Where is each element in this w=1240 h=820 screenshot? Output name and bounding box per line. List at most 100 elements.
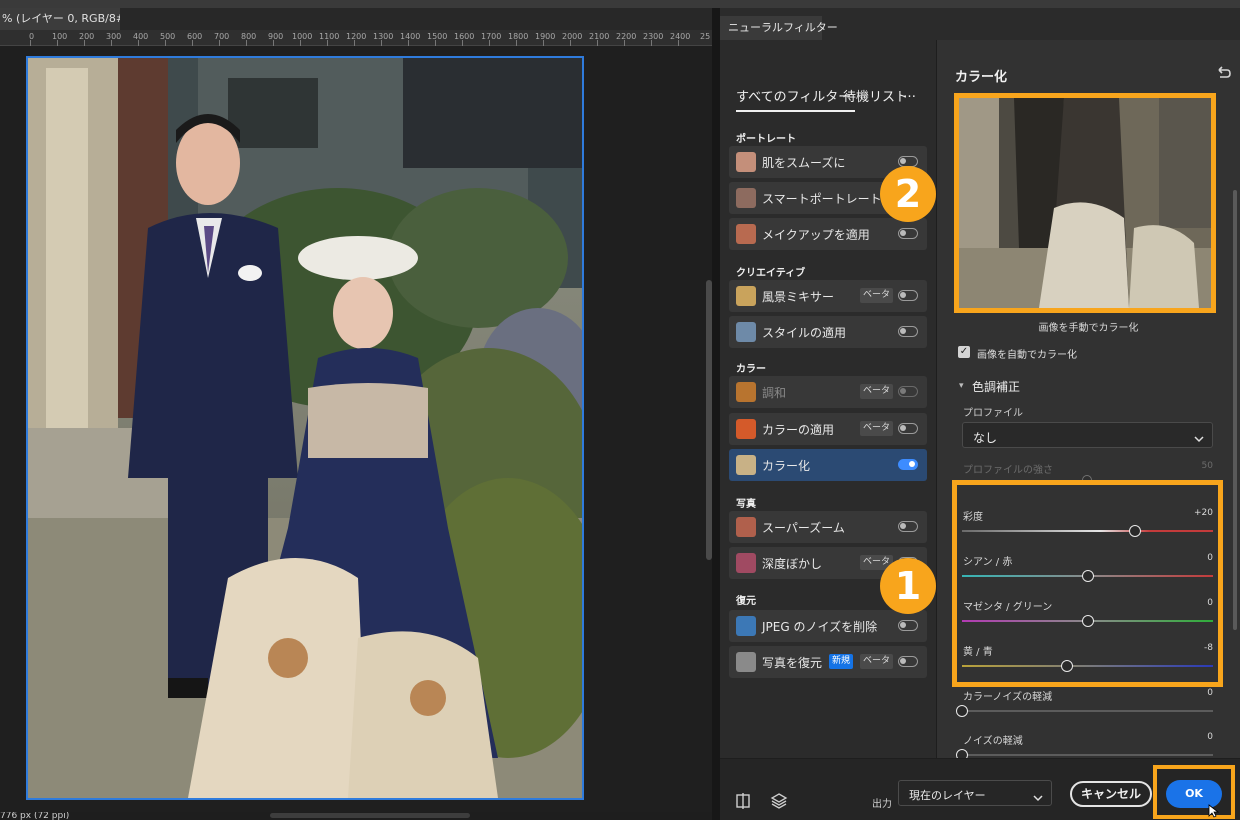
- adjustment-highlight-frame: [952, 480, 1223, 687]
- jpeg-thumb-icon: [736, 616, 756, 636]
- filter-toggle[interactable]: [898, 386, 918, 397]
- filter-toggle[interactable]: [898, 620, 918, 631]
- ruler-label: 2000: [562, 32, 583, 41]
- adjustments-heading[interactable]: 色調補正: [972, 378, 1020, 395]
- ruler-label: 800: [241, 32, 257, 41]
- tab-waitlist[interactable]: 待機リスト: [843, 86, 908, 105]
- preview-caption: 画像を手動でカラー化: [1038, 323, 1139, 334]
- photoshop-window: % (レイヤー 0, RGB/8#) * 0 100 200 300 400 5…: [0, 0, 1240, 820]
- filter-label: スタイルの適用: [762, 326, 847, 340]
- filter-makeup-transfer[interactable]: メイクアップを適用: [729, 218, 927, 250]
- output-dropdown[interactable]: 現在のレイヤー: [898, 780, 1052, 806]
- more-icon[interactable]: …: [903, 86, 917, 101]
- category-color: カラー: [736, 364, 766, 375]
- ruler-label: 2300: [643, 32, 664, 41]
- profile-value: なし: [973, 431, 998, 445]
- ruler-label: 2200: [616, 32, 637, 41]
- filter-super-zoom[interactable]: スーパーズーム: [729, 511, 927, 543]
- filter-toggle[interactable]: [898, 459, 918, 470]
- document-tab[interactable]: % (レイヤー 0, RGB/8#) *: [0, 8, 120, 30]
- callout-one: 1: [880, 558, 936, 614]
- beta-badge: ベータ: [860, 288, 894, 303]
- pointer-cursor-icon: [1208, 803, 1220, 818]
- options-bar: [0, 0, 1240, 8]
- layers-icon[interactable]: [770, 792, 788, 810]
- ruler-label: 900: [268, 32, 284, 41]
- panel-footer: 出力 現在のレイヤー キャンセル OK: [720, 758, 1240, 820]
- ruler-label: 1400: [400, 32, 421, 41]
- filter-label: 肌をスムーズに: [762, 156, 846, 170]
- beta-badge: ベータ: [860, 654, 894, 669]
- filter-settings: カラー化 画像を手動でカラー化 ✓ 画像を自動でカラー化 ▾ 色調補正 プロファ…: [937, 40, 1240, 761]
- zoom-thumb-icon: [736, 517, 756, 537]
- color-noise-slider[interactable]: [962, 710, 1213, 712]
- filter-photo-restore[interactable]: 写真を復元 新規 ベータ: [729, 646, 927, 678]
- color-transfer-thumb-icon: [736, 419, 756, 439]
- panel-gutter: [712, 8, 720, 820]
- ruler-label: 600: [187, 32, 203, 41]
- face-thumb-icon: [736, 152, 756, 172]
- filter-colorize[interactable]: カラー化: [729, 449, 927, 481]
- color-noise-slider-thumb[interactable]: [956, 705, 968, 717]
- category-restore: 復元: [736, 596, 756, 607]
- filter-toggle[interactable]: [898, 326, 918, 337]
- colorized-photo[interactable]: [26, 56, 584, 800]
- auto-colorize-checkbox[interactable]: ✓: [958, 346, 970, 358]
- harmonize-thumb-icon: [736, 382, 756, 402]
- profile-label: プロファイル: [963, 408, 1023, 419]
- settings-scrollbar[interactable]: [1233, 190, 1237, 630]
- beta-badge: ベータ: [860, 384, 894, 399]
- color-noise-value: 0: [1207, 688, 1213, 698]
- cancel-button[interactable]: キャンセル: [1070, 781, 1152, 807]
- ruler-label: 1500: [427, 32, 448, 41]
- filter-toggle[interactable]: [898, 521, 918, 532]
- compare-icon[interactable]: [734, 792, 752, 810]
- filter-label: 風景ミキサー: [762, 290, 835, 304]
- ruler-label: 2400: [670, 32, 691, 41]
- profile-dropdown[interactable]: なし: [962, 422, 1213, 448]
- ruler-label: 1200: [346, 32, 367, 41]
- color-noise-label: カラーノイズの軽減: [963, 692, 1053, 703]
- preview-image[interactable]: [954, 93, 1216, 313]
- ruler-label: 1100: [319, 32, 340, 41]
- chevron-down-icon[interactable]: ▾: [959, 381, 964, 391]
- ruler-label: 400: [133, 32, 149, 41]
- noise-label: ノイズの軽減: [963, 736, 1023, 747]
- colorize-thumb-icon: [736, 455, 756, 475]
- photo-illustration: [28, 58, 582, 798]
- noise-slider[interactable]: [962, 754, 1213, 756]
- status-bar: 776 px (72 ppi): [0, 812, 70, 820]
- filter-landscape-mixer[interactable]: 風景ミキサー ベータ: [729, 280, 927, 312]
- filter-toggle[interactable]: [898, 656, 918, 667]
- landscape-thumb-icon: [736, 286, 756, 306]
- filter-toggle[interactable]: [898, 228, 918, 239]
- filter-jpeg-artifacts[interactable]: JPEG のノイズを削除: [729, 610, 927, 642]
- filter-label: 写真を復元: [762, 656, 823, 670]
- settings-title: カラー化: [955, 70, 1008, 85]
- portrait-thumb-icon: [736, 188, 756, 208]
- chevron-down-icon: [1033, 788, 1043, 802]
- ruler-label: 2100: [589, 32, 610, 41]
- tab-all-filters[interactable]: すべてのフィルター: [736, 86, 856, 112]
- output-value: 現在のレイヤー: [909, 789, 986, 802]
- filter-toggle[interactable]: [898, 290, 918, 301]
- makeup-thumb-icon: [736, 224, 756, 244]
- filter-label: 深度ぼかし: [762, 557, 823, 571]
- reset-icon[interactable]: [1215, 64, 1233, 82]
- ruler-label: 200: [79, 32, 95, 41]
- filter-toggle[interactable]: [898, 423, 918, 434]
- filter-label: JPEG のノイズを削除: [762, 620, 878, 634]
- callout-two: 2: [880, 166, 936, 222]
- new-badge: 新規: [829, 654, 854, 669]
- filter-style-transfer[interactable]: スタイルの適用: [729, 316, 927, 348]
- ruler-label: 500: [160, 32, 176, 41]
- filter-label: カラーの適用: [762, 423, 835, 437]
- ruler-label: 0: [29, 32, 35, 41]
- output-label: 出力: [872, 799, 892, 810]
- filter-label: スマートポートレート: [762, 192, 882, 206]
- ruler-label: 1700: [481, 32, 502, 41]
- filter-harmonize[interactable]: 調和 ベータ: [729, 376, 927, 408]
- neural-filters-tab[interactable]: ニューラルフィルター: [720, 16, 838, 40]
- category-portrait: ポートレート: [736, 134, 796, 145]
- filter-color-transfer[interactable]: カラーの適用 ベータ: [729, 413, 927, 445]
